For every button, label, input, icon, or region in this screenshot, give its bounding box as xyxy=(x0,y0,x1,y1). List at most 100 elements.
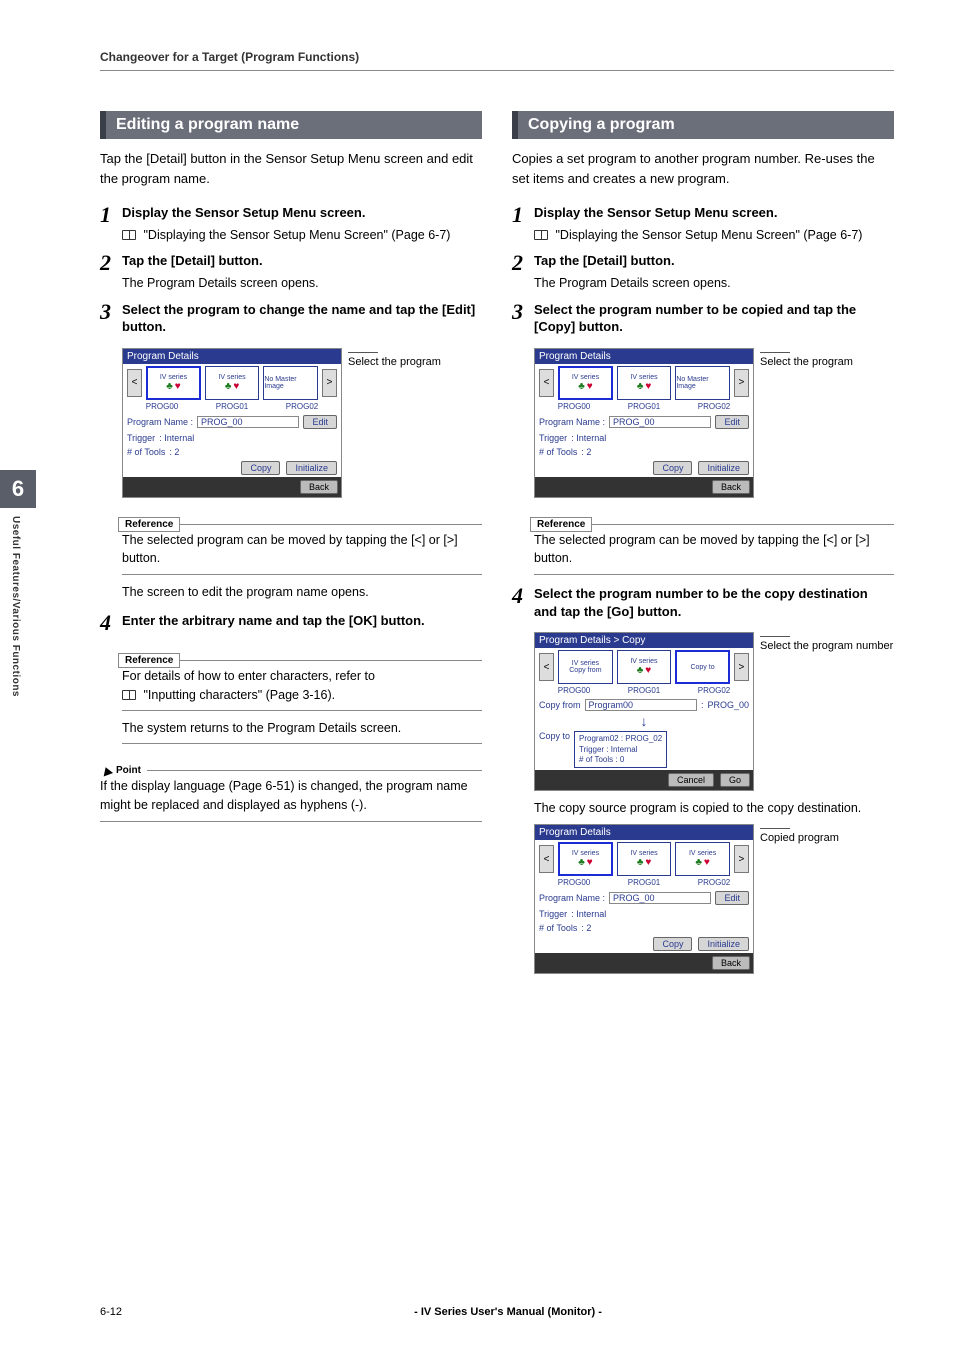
arrow-down-icon: ↓ xyxy=(535,713,753,729)
step-title: Tap the [Detail] button. xyxy=(534,252,894,270)
next-button[interactable]: > xyxy=(734,653,749,681)
step-title: Display the Sensor Setup Menu screen. xyxy=(534,204,894,222)
step-sub: The Program Details screen opens. xyxy=(534,274,894,293)
point-box: Point If the display language (Page 6-51… xyxy=(100,754,482,822)
page-footer: 6-12 - IV Series User's Manual (Monitor)… xyxy=(100,1306,894,1318)
next-button[interactable]: > xyxy=(734,369,749,397)
back-button[interactable]: Back xyxy=(712,956,750,970)
copy-step-2: 2 Tap the [Detail] button. The Program D… xyxy=(512,252,894,292)
reference-link: "Inputting characters" (Page 3-16). xyxy=(143,688,335,702)
next-button[interactable]: > xyxy=(322,369,337,397)
book-icon xyxy=(122,690,136,700)
point-icon xyxy=(101,765,113,776)
right-column: Copying a program Copies a set program t… xyxy=(512,111,894,974)
program-thumb-02[interactable]: No Master Image xyxy=(263,366,318,400)
ss-title: Program Details > Copy xyxy=(535,633,753,648)
step-title: Select the program number to be copied a… xyxy=(534,301,894,336)
ss-title: Program Details xyxy=(535,349,753,364)
initialize-button[interactable]: Initialize xyxy=(698,461,749,475)
initialize-button[interactable]: Initialize xyxy=(698,937,749,951)
program-thumb-01[interactable]: IV series ♣ ♥ xyxy=(617,366,672,400)
back-button[interactable]: Back xyxy=(300,480,338,494)
program-name-field[interactable]: PROG_00 xyxy=(609,416,711,428)
reference-text: For details of how to enter characters, … xyxy=(122,669,375,683)
program-name-field[interactable]: PROG_00 xyxy=(609,892,711,904)
edit-button[interactable]: Edit xyxy=(715,891,749,905)
system-return-text: The system returns to the Program Detail… xyxy=(122,721,482,744)
reference-text: The selected program can be moved by tap… xyxy=(122,531,482,569)
step-title: Tap the [Detail] button. xyxy=(122,252,482,270)
reference-box: Reference For details of how to enter ch… xyxy=(122,644,482,712)
program-thumb-00[interactable]: IV series ♣ ♥ xyxy=(558,842,613,876)
page-number: 6-12 xyxy=(100,1306,122,1318)
book-icon xyxy=(534,230,548,240)
reference-box: Reference The selected program can be mo… xyxy=(534,508,894,576)
reference-text: The selected program can be moved by tap… xyxy=(534,531,894,569)
edit-button[interactable]: Edit xyxy=(303,415,337,429)
program-thumb-01[interactable]: IV series ♣ ♥ xyxy=(617,842,672,876)
reference-label: Reference xyxy=(118,653,180,668)
copy-button[interactable]: Copy xyxy=(653,461,692,475)
reference-label: Reference xyxy=(118,517,180,532)
program-thumb-02[interactable]: No Master Image xyxy=(675,366,730,400)
post-ref-text: The screen to edit the program name open… xyxy=(122,583,482,602)
program-name-field[interactable]: PROG_00 xyxy=(197,416,299,428)
copy-destination-block: Program02 : PROG_02 Trigger : Internal #… xyxy=(574,731,667,768)
step-ref: "Displaying the Sensor Setup Menu Screen… xyxy=(555,228,862,242)
reference-label: Reference xyxy=(530,517,592,532)
copy-button[interactable]: Copy xyxy=(653,937,692,951)
go-button[interactable]: Go xyxy=(720,773,750,787)
edit-step-1: 1 Display the Sensor Setup Menu screen. … xyxy=(100,204,482,244)
program-thumb-00[interactable]: IV series ♣ ♥ xyxy=(558,366,613,400)
prev-button[interactable]: < xyxy=(539,653,554,681)
point-label: Point xyxy=(116,765,141,776)
chapter-label: Useful Features/Various Functions xyxy=(0,508,31,768)
copy-step-4: 4 Select the program number to be the co… xyxy=(512,585,894,624)
edit-step-2: 2 Tap the [Detail] button. The Program D… xyxy=(100,252,482,292)
running-head: Changeover for a Target (Program Functio… xyxy=(100,50,894,71)
footer-title: - IV Series User's Manual (Monitor) - xyxy=(122,1306,894,1318)
program-thumb-01[interactable]: IV series ♣ ♥ xyxy=(617,650,672,684)
reference-box: Reference The selected program can be mo… xyxy=(122,508,482,576)
copy-from-thumb[interactable]: IV series Copy from xyxy=(558,650,613,684)
ss-title: Program Details xyxy=(535,825,753,840)
program-details-copied-screenshot: Program Details < IV series ♣ ♥ IV serie… xyxy=(534,824,754,974)
book-icon xyxy=(122,230,136,240)
prev-button[interactable]: < xyxy=(539,369,554,397)
left-column: Editing a program name Tap the [Detail] … xyxy=(100,111,482,974)
ss-title: Program Details xyxy=(123,349,341,364)
step-title: Select the program to change the name an… xyxy=(122,301,482,336)
annotation: Copied program xyxy=(760,828,839,845)
annotation: Select the program number xyxy=(760,636,893,653)
copy-step-3: 3 Select the program number to be copied… xyxy=(512,301,894,340)
edit-step-3: 3 Select the program to change the name … xyxy=(100,301,482,340)
point-text: If the display language (Page 6-51) is c… xyxy=(100,777,482,815)
prev-button[interactable]: < xyxy=(539,845,554,873)
copy-step-1: 1 Display the Sensor Setup Menu screen. … xyxy=(512,204,894,244)
cancel-button[interactable]: Cancel xyxy=(668,773,714,787)
initialize-button[interactable]: Initialize xyxy=(286,461,337,475)
prev-button[interactable]: < xyxy=(127,369,142,397)
copy-to-thumb[interactable]: Copy to xyxy=(675,650,730,684)
next-button[interactable]: > xyxy=(734,845,749,873)
back-button[interactable]: Back xyxy=(712,480,750,494)
step-title: Select the program number to be the copy… xyxy=(534,585,894,620)
post-step4-text: The copy source program is copied to the… xyxy=(534,799,894,818)
annotation: Select the program xyxy=(760,352,853,369)
edit-button[interactable]: Edit xyxy=(715,415,749,429)
annotation: Select the program xyxy=(348,352,441,369)
edit-intro: Tap the [Detail] button in the Sensor Se… xyxy=(100,149,482,188)
program-thumb-01[interactable]: IV series ♣ ♥ xyxy=(205,366,260,400)
edit-step-4: 4 Enter the arbitrary name and tap the [… xyxy=(100,612,482,634)
copy-button[interactable]: Copy xyxy=(241,461,280,475)
step-title: Enter the arbitrary name and tap the [OK… xyxy=(122,612,482,630)
program-thumb-02[interactable]: IV series ♣ ♥ xyxy=(675,842,730,876)
copy-intro: Copies a set program to another program … xyxy=(512,149,894,188)
program-details-screenshot: Program Details < IV series ♣ ♥ IV serie… xyxy=(534,348,754,498)
section-title-edit: Editing a program name xyxy=(100,111,482,139)
copy-screenshot: Program Details > Copy < IV series Copy … xyxy=(534,632,754,791)
step-title: Display the Sensor Setup Menu screen. xyxy=(122,204,482,222)
chapter-number: 6 xyxy=(0,470,36,508)
program-thumb-00[interactable]: IV series ♣ ♥ xyxy=(146,366,201,400)
section-title-copy: Copying a program xyxy=(512,111,894,139)
